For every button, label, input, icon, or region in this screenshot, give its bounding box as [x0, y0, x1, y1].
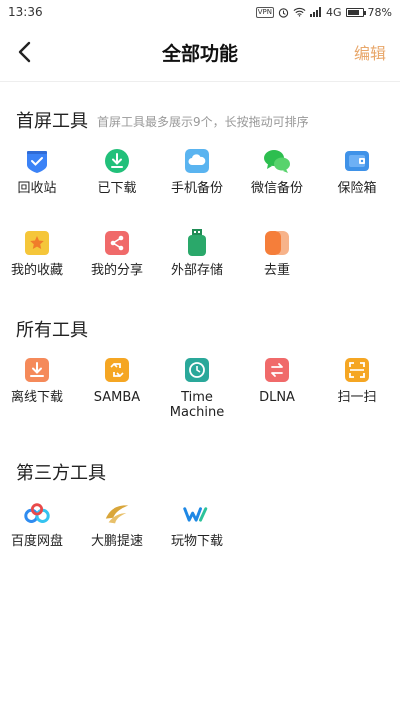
external-storage-icon [183, 229, 211, 257]
tool-phone-backup[interactable]: 手机备份 [157, 147, 237, 196]
network-type: 4G [326, 5, 342, 19]
baidu-netdisk-icon [23, 500, 51, 528]
status-bar: 13:36 VPN 4G 78% [0, 0, 400, 24]
tool-baidu-netdisk[interactable]: 百度网盘 [0, 500, 77, 549]
tool-samba[interactable]: SAMBA [77, 356, 157, 405]
tool-external-storage[interactable]: 外部存储 [157, 229, 237, 278]
dedupe-icon [263, 229, 291, 257]
signal-icon [310, 7, 322, 17]
edit-button[interactable]: 编辑 [354, 40, 386, 64]
dlna-icon [263, 356, 291, 384]
battery-percent: 78% [367, 5, 392, 19]
tool-dedupe[interactable]: 去重 [237, 229, 317, 278]
tool-time-machine[interactable]: Time Machine [157, 356, 237, 420]
wechat-backup-icon [263, 147, 291, 175]
third-party-tools-title: 第三方工具 [16, 463, 106, 484]
chevron-left-icon [18, 41, 31, 63]
scan-icon [343, 356, 371, 384]
offline-download-icon [23, 356, 51, 384]
tool-dapeng-speedup[interactable]: 大鹏提速 [77, 500, 157, 549]
tool-wanwu-download[interactable]: 玩物下载 [157, 500, 237, 549]
vpn-badge: VPN [255, 6, 275, 18]
safe-box-icon [343, 147, 371, 175]
tool-favorites[interactable]: 我的收藏 [0, 229, 77, 278]
favorites-icon [23, 229, 51, 257]
tool-recycle-bin[interactable]: 回收站 [0, 147, 77, 196]
wanwu-download-icon [183, 500, 211, 528]
alarm-icon [278, 7, 289, 18]
page-title: 全部功能 [161, 42, 238, 65]
tool-scan[interactable]: 扫一扫 [317, 356, 397, 405]
status-time: 13:36 [8, 5, 43, 19]
dapeng-speedup-icon [103, 500, 131, 528]
app-header: 全部功能 编辑 [0, 24, 400, 80]
tool-my-share[interactable]: 我的分享 [77, 229, 157, 278]
downloaded-icon [103, 147, 131, 175]
tool-downloaded[interactable]: 已下载 [77, 147, 157, 196]
recycle-bin-icon [23, 147, 51, 175]
back-button[interactable] [10, 38, 38, 66]
home-tools-title: 首屏工具 [16, 111, 88, 132]
tool-safe-box[interactable]: 保险箱 [317, 147, 397, 196]
share-icon [103, 229, 131, 257]
tool-dlna[interactable]: DLNA [237, 356, 317, 405]
samba-icon [103, 356, 131, 384]
status-indicators: VPN 4G 78% [255, 5, 392, 19]
all-tools-title: 所有工具 [16, 320, 88, 341]
phone-backup-icon [183, 147, 211, 175]
header-divider [0, 81, 400, 82]
home-tools-hint: 首屏工具最多展示9个，长按拖动可排序 [97, 115, 309, 129]
time-machine-icon [183, 356, 211, 384]
wifi-icon [293, 7, 306, 17]
tool-offline-download[interactable]: 离线下载 [0, 356, 77, 405]
battery-icon [345, 7, 366, 17]
tool-wechat-backup[interactable]: 微信备份 [237, 147, 317, 196]
